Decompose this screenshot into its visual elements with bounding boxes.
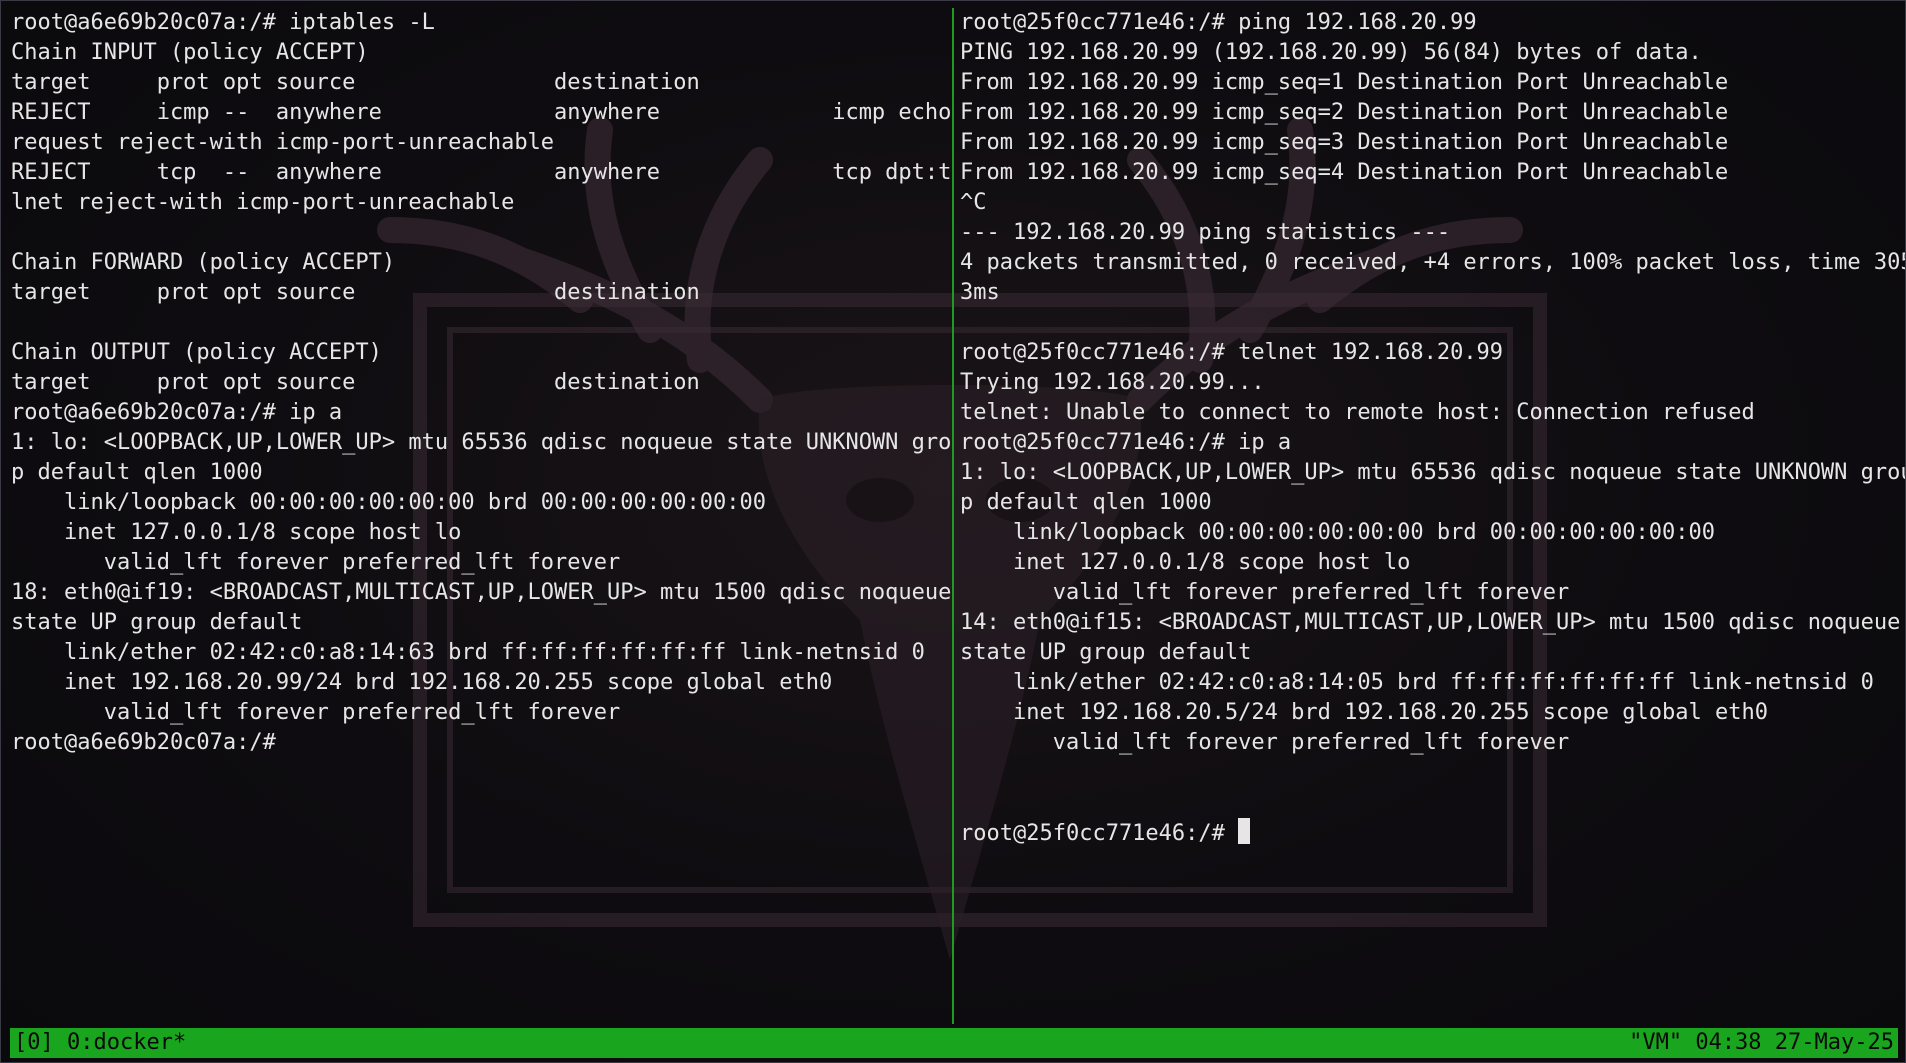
- terminal-line: From 192.168.20.99 icmp_seq=3 Destinatio…: [960, 130, 1729, 155]
- terminal-line: inet 192.168.20.99/24 brd 192.168.20.255…: [11, 670, 833, 695]
- terminal-line: valid_lft forever preferred_lft forever: [960, 580, 1570, 605]
- terminal-window: root@a6e69b20c07a:/# iptables -L Chain IN…: [0, 0, 1906, 1063]
- terminal-line: root@a6e69b20c07a:/#: [11, 730, 276, 755]
- terminal-line: root@25f0cc771e46:/# ip a: [960, 430, 1292, 455]
- terminal-line: link/ether 02:42:c0:a8:14:63 brd ff:ff:f…: [11, 640, 925, 665]
- terminal-line: 14: eth0@if15: <BROADCAST,MULTICAST,UP,L…: [960, 610, 1901, 635]
- terminal-line: valid_lft forever preferred_lft forever: [11, 700, 621, 725]
- terminal-line: p default qlen 1000: [11, 460, 263, 485]
- terminal-line: 4 packets transmitted, 0 received, +4 er…: [960, 250, 1906, 275]
- terminal-line: From 192.168.20.99 icmp_seq=2 Destinatio…: [960, 100, 1729, 125]
- terminal-line: REJECT icmp -- anywhere anywhere icmp ec…: [11, 100, 952, 125]
- terminal-line: valid_lft forever preferred_lft forever: [960, 730, 1570, 755]
- right-pane-output: root@25f0cc771e46:/# ping 192.168.20.99 P…: [953, 8, 1906, 758]
- terminal-line: REJECT tcp -- anywhere anywhere tcp dpt:…: [11, 160, 952, 185]
- terminal-line: --- 192.168.20.99 ping statistics ---: [960, 220, 1451, 245]
- terminal-line: root@25f0cc771e46:/# telnet 192.168.20.9…: [960, 340, 1504, 365]
- terminal-line: inet 192.168.20.5/24 brd 192.168.20.255 …: [960, 700, 1768, 725]
- text-cursor: [1238, 818, 1251, 844]
- terminal-line: PING 192.168.20.99 (192.168.20.99) 56(84…: [960, 40, 1702, 65]
- terminal-line: From 192.168.20.99 icmp_seq=1 Destinatio…: [960, 70, 1729, 95]
- status-host-time-date: "VM" 04:38 27-May-25: [1629, 1030, 1894, 1055]
- active-prompt: root@25f0cc771e46:/#: [960, 821, 1239, 846]
- terminal-line: link/loopback 00:00:00:00:00:00 brd 00:0…: [11, 490, 766, 515]
- left-terminal-pane[interactable]: root@a6e69b20c07a:/# iptables -L Chain IN…: [0, 8, 952, 1024]
- terminal-line: root@a6e69b20c07a:/# ip a: [11, 400, 343, 425]
- terminal-line: target prot opt source destination: [11, 70, 700, 95]
- terminal-line: 18: eth0@if19: <BROADCAST,MULTICAST,UP,L…: [11, 580, 952, 605]
- terminal-line: inet 127.0.0.1/8 scope host lo: [960, 550, 1411, 575]
- terminal-line: state UP group default: [11, 610, 303, 635]
- terminal-line: Chain FORWARD (policy ACCEPT): [11, 250, 396, 275]
- left-pane-output: root@a6e69b20c07a:/# iptables -L Chain IN…: [0, 8, 952, 758]
- terminal-line: Chain OUTPUT (policy ACCEPT): [11, 340, 382, 365]
- terminal-line: link/loopback 00:00:00:00:00:00 brd 00:0…: [960, 520, 1715, 545]
- terminal-line: 3ms: [960, 280, 1000, 305]
- terminal-line: valid_lft forever preferred_lft forever: [11, 550, 621, 575]
- terminal-line: Trying 192.168.20.99...: [960, 370, 1265, 395]
- status-session-window[interactable]: [0] 0:docker*: [14, 1028, 186, 1058]
- terminal-line: 1: lo: <LOOPBACK,UP,LOWER_UP> mtu 65536 …: [960, 460, 1906, 485]
- right-pane-prompt-line: root@25f0cc771e46:/#: [953, 758, 1906, 908]
- terminal-line: Chain INPUT (policy ACCEPT): [11, 40, 369, 65]
- terminal-line: 1: lo: <LOOPBACK,UP,LOWER_UP> mtu 65536 …: [11, 430, 952, 455]
- terminal-line: request reject-with icmp-port-unreachabl…: [11, 130, 555, 155]
- terminal-line: From 192.168.20.99 icmp_seq=4 Destinatio…: [960, 160, 1729, 185]
- tmux-status-bar: [0] 0:docker* "VM" 04:38 27-May-25: [10, 1028, 1898, 1058]
- terminal-line: target prot opt source destination: [11, 280, 700, 305]
- active-prompt-line[interactable]: root@25f0cc771e46:/#: [960, 818, 1906, 848]
- terminal-line: p default qlen 1000: [960, 490, 1212, 515]
- terminal-line: target prot opt source destination: [11, 370, 700, 395]
- terminal-line: telnet: Unable to connect to remote host…: [960, 400, 1755, 425]
- terminal-line: root@25f0cc771e46:/# ping 192.168.20.99: [960, 10, 1477, 35]
- terminal-line: root@a6e69b20c07a:/# iptables -L: [11, 10, 435, 35]
- right-terminal-pane[interactable]: root@25f0cc771e46:/# ping 192.168.20.99 P…: [953, 8, 1906, 1024]
- terminal-line: inet 127.0.0.1/8 scope host lo: [11, 520, 462, 545]
- terminal-line: link/ether 02:42:c0:a8:14:05 brd ff:ff:f…: [960, 670, 1874, 695]
- terminal-line: lnet reject-with icmp-port-unreachable: [11, 190, 515, 215]
- terminal-line: state UP group default: [960, 640, 1252, 665]
- terminal-line: ^C: [960, 190, 987, 215]
